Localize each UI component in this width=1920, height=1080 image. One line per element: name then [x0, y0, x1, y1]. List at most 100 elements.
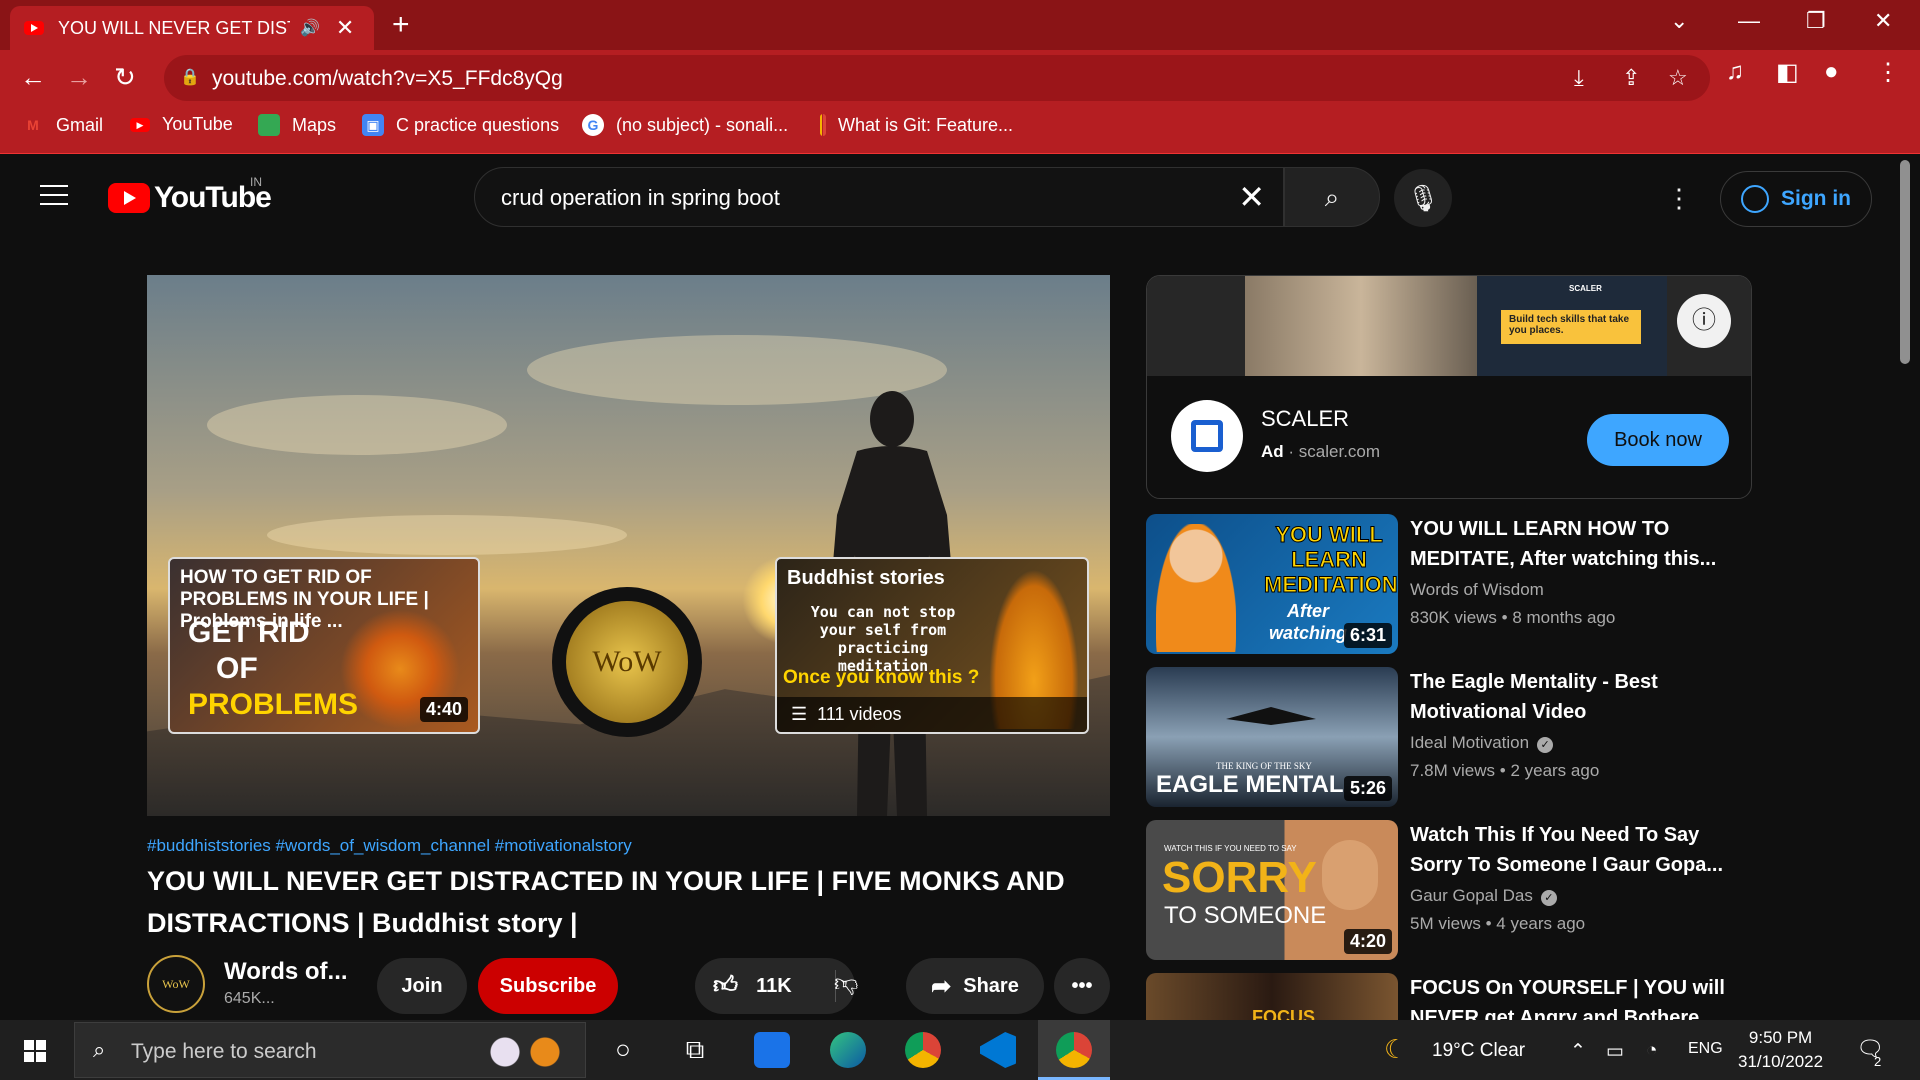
weather-text[interactable]: 19°C Clear — [1432, 1040, 1525, 1062]
subscribe-button[interactable]: Subscribe — [478, 958, 618, 1014]
video-thumbnail[interactable]: THE KING OF THE SKY EAGLE MENTAL 5:26 — [1146, 667, 1398, 807]
active-chrome-taskbar-item[interactable] — [1038, 1020, 1110, 1080]
video-thumbnail[interactable]: YOU WILL LEARN MEDITATION After watching… — [1146, 514, 1398, 654]
search-placeholder: Type here to search — [131, 1040, 317, 1063]
vscode-app-icon[interactable] — [980, 1032, 1016, 1068]
search-button[interactable]: ⌕ — [1284, 167, 1380, 227]
reload-button[interactable]: ↻ — [114, 62, 136, 93]
system-clock[interactable]: 9:50 PM 31/10/2022 — [1738, 1026, 1823, 1074]
task-view-icon[interactable]: ⧉ — [675, 1034, 715, 1066]
video-title[interactable]: The Eagle Mentality - Best Motivational … — [1410, 667, 1750, 727]
cortana-icon[interactable]: ○ — [603, 1034, 643, 1065]
like-icon[interactable]: 👍︎ — [713, 972, 738, 1000]
battery-icon[interactable]: ▭ — [1606, 1040, 1624, 1063]
more-actions-button[interactable]: ••• — [1054, 958, 1110, 1014]
media-control-icon[interactable]: ♫ — [1726, 58, 1744, 86]
ad-info-icon[interactable]: ⓘ — [1677, 294, 1731, 348]
bookmark-gmail[interactable]: M Gmail — [22, 114, 103, 136]
address-bar[interactable]: 🔒 youtube.com/watch?v=X5_FFdc8yQg ⤓ ⇪ ☆ — [164, 55, 1710, 101]
advertiser-name[interactable]: SCALER — [1261, 406, 1349, 432]
bookmark-c-practice[interactable]: ▣ C practice questions — [362, 114, 559, 136]
forward-button[interactable]: → — [66, 62, 92, 93]
channel-name[interactable]: Words of Wisdom — [1410, 580, 1544, 600]
search-query[interactable]: crud operation in spring boot — [501, 185, 780, 211]
wifi-icon[interactable]: ◔ — [1646, 1040, 1657, 1062]
bookmark-maps[interactable]: Maps — [258, 114, 336, 136]
dislike-icon[interactable]: 👎︎ — [834, 970, 858, 998]
ad-domain: scaler.com — [1298, 442, 1381, 461]
search-input[interactable]: crud operation in spring boot ✕ — [474, 167, 1284, 227]
minimize-button[interactable]: — — [1738, 8, 1760, 34]
video-title[interactable]: FOCUS On YOURSELF | YOU will NEVER get A… — [1410, 973, 1746, 1020]
taskbar-search-input[interactable]: ⌕ Type here to search — [74, 1022, 586, 1078]
classroom-icon: ▣ — [362, 114, 384, 136]
close-window-button[interactable]: ✕ — [1874, 8, 1892, 34]
chrome-app-icon[interactable] — [905, 1032, 941, 1068]
endscreen-playlist-card[interactable]: Buddhist stories You can not stop your s… — [775, 557, 1089, 734]
like-dislike-group: 👍︎ 11K — [695, 958, 855, 1014]
profile-icon[interactable]: ● — [1824, 58, 1839, 86]
new-tab-button[interactable]: + — [392, 8, 410, 42]
join-button[interactable]: Join — [377, 958, 467, 1014]
browser-tab-active[interactable]: YOU WILL NEVER GET DISTRA 🔊 ✕ — [10, 6, 374, 50]
bookmark-star-icon[interactable]: ☆ — [1668, 65, 1688, 91]
video-hashtags[interactable]: #buddhiststories #words_of_wisdom_channe… — [147, 836, 632, 856]
recommended-video[interactable]: THE KING OF THE SKY EAGLE MENTAL 5:26 Th… — [1146, 667, 1746, 809]
install-app-icon[interactable]: ⤓ — [1574, 65, 1584, 91]
back-button[interactable]: ← — [20, 62, 46, 93]
endscreen-channel-subscribe[interactable]: WoW — [552, 587, 702, 737]
channel-avatar[interactable]: WoW — [147, 955, 205, 1013]
settings-more-icon[interactable]: ⋮ — [1666, 183, 1692, 214]
language-indicator[interactable]: ENG — [1688, 1040, 1723, 1058]
menu-icon[interactable] — [40, 185, 68, 212]
tab-search-chevron-icon[interactable]: ⌄ — [1670, 8, 1688, 34]
book-now-button[interactable]: Book now — [1587, 414, 1729, 466]
browser-tab-strip: YOU WILL NEVER GET DISTRA 🔊 ✕ + ⌄ — ❐ ✕ — [0, 0, 1920, 50]
clock-date: 31/10/2022 — [1738, 1052, 1824, 1071]
youtube-logo[interactable]: YouTube IN — [108, 175, 272, 215]
channel-name[interactable]: Ideal Motivation ✓ — [1410, 733, 1554, 753]
video-title[interactable]: YOU WILL LEARN HOW TO MEDITATE, After wa… — [1410, 514, 1750, 574]
video-thumbnail[interactable]: WATCH THIS IF YOU NEED TO SAY SORRY TO S… — [1146, 820, 1398, 960]
thumb-line: OF — [216, 652, 258, 685]
sponsored-ad-card[interactable]: SCALER Build tech skills that take you p… — [1146, 275, 1752, 499]
scaler-logo[interactable] — [1171, 400, 1243, 472]
video-title[interactable]: Watch This If You Need To Say Sorry To S… — [1410, 820, 1750, 880]
show-hidden-icons-chevron[interactable]: ⌃ — [1570, 1040, 1586, 1063]
audio-playing-icon[interactable]: 🔊 — [300, 18, 320, 38]
recommended-video[interactable]: FOCUS FOCUS On YOURSELF | YOU will NEVER… — [1146, 973, 1746, 1020]
sign-in-button[interactable]: Sign in — [1720, 171, 1872, 227]
close-tab-icon[interactable]: ✕ — [336, 15, 354, 41]
clear-search-icon[interactable]: ✕ — [1238, 178, 1265, 216]
share-button[interactable]: ➦ Share — [906, 958, 1044, 1014]
recommended-video[interactable]: WATCH THIS IF YOU NEED TO SAY SORRY TO S… — [1146, 820, 1746, 962]
thumb-subtext: After watching — [1268, 601, 1347, 643]
mail-app-icon[interactable] — [754, 1032, 790, 1068]
share-page-icon[interactable]: ⇪ — [1622, 65, 1640, 91]
thumb-text: EAGLE MENTAL — [1156, 771, 1344, 798]
restore-button[interactable]: ❐ — [1806, 8, 1826, 34]
thumb-toptext: WATCH THIS IF YOU NEED TO SAY — [1164, 844, 1297, 853]
video-thumbnail[interactable]: FOCUS — [1146, 973, 1398, 1020]
bookmark-what-is-git[interactable]: What is Git: Feature... — [820, 114, 1013, 136]
recommended-video[interactable]: YOU WILL LEARN MEDITATION After watching… — [1146, 514, 1746, 656]
verified-check-icon: ✓ — [1537, 737, 1554, 753]
windows-start-icon[interactable] — [24, 1040, 46, 1062]
like-count[interactable]: 11K — [756, 975, 792, 998]
url-text[interactable]: youtube.com/watch?v=X5_FFdc8yQg — [212, 67, 563, 91]
lock-icon[interactable]: 🔒 — [180, 67, 200, 87]
channel-name[interactable]: Words of... — [224, 958, 348, 986]
edge-app-icon[interactable] — [830, 1032, 866, 1068]
ad-banner[interactable]: SCALER Build tech skills that take you p… — [1147, 276, 1751, 376]
chrome-menu-icon[interactable]: ⋮ — [1876, 58, 1900, 87]
bookmark-youtube[interactable]: ▶ YouTube — [130, 114, 233, 135]
channel-name[interactable]: Gaur Gopal Das ✓ — [1410, 886, 1557, 906]
video-player[interactable]: HOW TO GET RID OF PROBLEMS IN YOUR LIFE … — [147, 275, 1110, 816]
endscreen-video-card[interactable]: HOW TO GET RID OF PROBLEMS IN YOUR LIFE … — [168, 557, 480, 734]
youtube-header: YouTube IN crud operation in spring boot… — [0, 155, 1890, 241]
weather-moon-icon[interactable]: ☾ — [1384, 1034, 1407, 1065]
bookmark-no-subject[interactable]: G (no subject) - sonali... — [582, 114, 788, 136]
voice-search-button[interactable]: 🎙 — [1394, 169, 1452, 227]
page-scrollbar[interactable] — [1900, 160, 1910, 364]
side-panel-icon[interactable]: ◧ — [1776, 58, 1799, 87]
